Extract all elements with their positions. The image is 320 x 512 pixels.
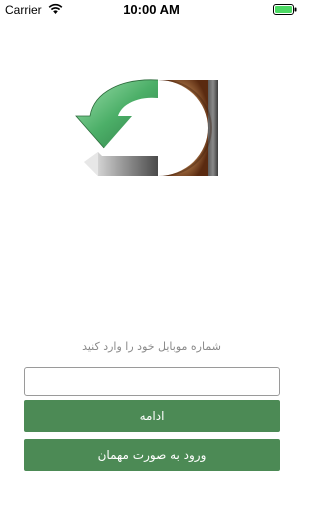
sync-arrows-logo [75, 79, 218, 176]
continue-button[interactable]: ادامه [24, 400, 280, 432]
battery-icon [273, 4, 297, 15]
guest-login-button[interactable]: ورود به صورت مهمان [24, 439, 280, 471]
phone-prompt: شماره موبایل خود را وارد کنید [82, 340, 221, 353]
status-bar: Carrier 10:00 AM [0, 0, 303, 20]
phone-number-input[interactable] [24, 367, 280, 396]
status-time: 10:00 AM [123, 2, 180, 17]
